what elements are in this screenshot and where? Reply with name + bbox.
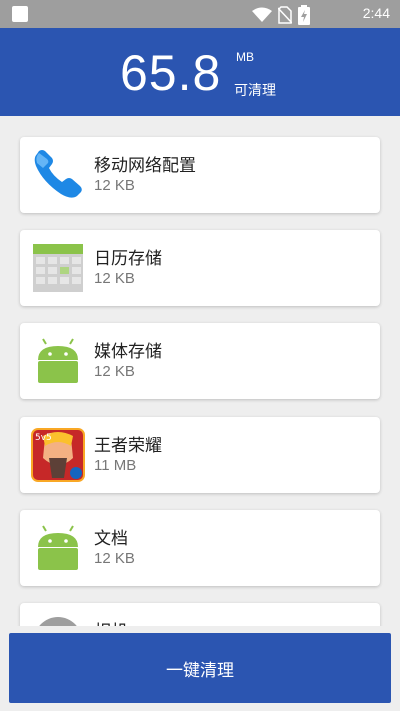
- camera-icon: [39, 617, 77, 626]
- one-click-clean-button[interactable]: 一键清理: [9, 633, 391, 703]
- game-icon: 5v5: [31, 428, 85, 482]
- wifi-icon: [252, 7, 272, 22]
- item-name: 文档: [94, 529, 128, 549]
- item-size: 11 MB: [94, 457, 137, 474]
- item-size: 12 KB: [94, 363, 135, 380]
- item-size: 12 KB: [94, 177, 135, 194]
- notification-icon: [12, 6, 28, 22]
- item-name: 王者荣耀: [94, 436, 162, 456]
- item-name: 移动网络配置: [94, 156, 196, 176]
- android-icon: [38, 338, 78, 383]
- storage-header: 65.8 MB 可清理: [0, 28, 400, 116]
- item-name: 媒体存储: [94, 342, 162, 362]
- cleanable-amount: 65.8: [120, 45, 222, 101]
- bottom-bar: 一键清理: [0, 626, 400, 711]
- cleanable-label: 可清理: [234, 83, 276, 99]
- list-item[interactable]: 5v5 王者荣耀 11 MB: [20, 417, 380, 493]
- item-size: 12 KB: [94, 270, 135, 287]
- status-bar: 2:44: [0, 0, 400, 28]
- list-item[interactable]: 日历存储 12 KB: [20, 230, 380, 306]
- android-icon: [38, 525, 78, 570]
- svg-text:5v5: 5v5: [35, 433, 52, 443]
- amount-unit: MB: [236, 50, 254, 64]
- list-item[interactable]: 移动网络配置 12 KB: [20, 137, 380, 213]
- status-time: 2:44: [362, 5, 390, 21]
- phone-icon: [34, 150, 82, 198]
- status-icons: [252, 5, 310, 25]
- list-item[interactable]: 文档 12 KB: [20, 510, 380, 586]
- item-name: 日历存储: [94, 249, 162, 269]
- app-cache-list[interactable]: 移动网络配置 12 KB 日历存储 12 KB 媒体存储 12 KB 5v5 王…: [0, 116, 400, 626]
- no-sim-icon: [278, 6, 292, 24]
- list-item[interactable]: 相机: [20, 603, 380, 626]
- battery-charging-icon: [298, 5, 310, 25]
- item-name: 相机: [94, 617, 128, 626]
- calendar-icon: [33, 244, 83, 292]
- list-item[interactable]: 媒体存储 12 KB: [20, 323, 380, 399]
- item-size: 12 KB: [94, 550, 135, 567]
